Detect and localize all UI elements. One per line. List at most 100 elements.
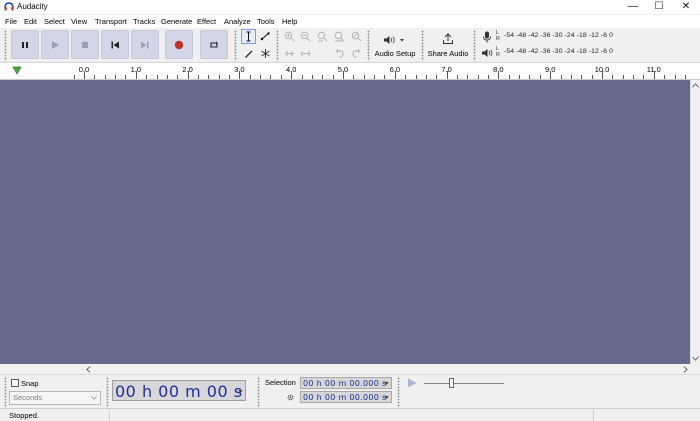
menu-tools[interactable]: Tools <box>257 17 275 26</box>
selection-end-value: 00 h 00 m 00.000 s <box>303 393 387 402</box>
menu-effect[interactable]: Effect <box>197 17 216 26</box>
close-button[interactable]: ✕ <box>673 0 699 14</box>
toolbar: Audio Setup Share Audio LR -54 -48 -42 -… <box>0 28 700 63</box>
scroll-up-icon <box>692 83 699 88</box>
silence-button[interactable] <box>298 46 313 61</box>
scroll-right-icon <box>683 366 688 373</box>
horizontal-scrollbar[interactable] <box>0 364 700 374</box>
share-upload-icon <box>443 33 453 44</box>
snap-units-select[interactable]: Seconds <box>9 391 101 405</box>
gear-icon[interactable] <box>286 393 295 402</box>
vertical-scrollbar[interactable] <box>690 80 700 364</box>
ruler-tick <box>664 75 666 79</box>
toolbar-grip[interactable] <box>234 30 237 61</box>
toolbar-grip[interactable] <box>257 377 260 407</box>
menu-tracks[interactable]: Tracks <box>133 17 155 26</box>
play-at-speed-icon[interactable] <box>406 377 418 389</box>
pencil-icon <box>245 50 253 58</box>
toolbar-grip[interactable] <box>276 30 279 61</box>
play-icon <box>52 40 59 49</box>
title-bar: Audacity — ☐ ✕ <box>0 0 700 14</box>
skip-start-icon <box>111 41 119 48</box>
ruler-tick <box>208 75 210 79</box>
ruler-tick <box>560 75 562 79</box>
ruler-tick <box>270 75 272 79</box>
ruler-tick <box>674 75 676 79</box>
ruler-tick <box>477 75 479 79</box>
skip-to-start-button[interactable] <box>101 30 129 59</box>
ruler-tick <box>446 71 448 79</box>
play-button[interactable] <box>41 30 69 59</box>
loop-button[interactable] <box>200 30 228 59</box>
toolbar-grip[interactable] <box>4 377 7 407</box>
multi-tool[interactable] <box>258 46 273 61</box>
trim-button[interactable] <box>282 46 297 61</box>
selection-end-field[interactable]: 00 h 00 m 00.000 s <box>300 391 392 403</box>
recording-meter[interactable]: LR -54 -48 -42 -36 -30 -24 -18 -12 -6 0 <box>480 30 645 44</box>
redo-button[interactable] <box>349 46 364 61</box>
selection-tool[interactable] <box>241 29 256 44</box>
ruler-tick <box>343 71 344 79</box>
menu-transport[interactable]: Transport <box>95 17 127 26</box>
maximize-button[interactable]: ☐ <box>646 0 672 14</box>
ruler-tick <box>353 75 355 79</box>
ruler-tick <box>488 75 490 79</box>
menu-help[interactable]: Help <box>282 17 297 26</box>
selection-start-field[interactable]: 00 h 00 m 00.000 s <box>300 377 392 389</box>
menu-view[interactable]: View <box>71 17 87 26</box>
timeline-ruler[interactable]: 0.0 1.0 2.0 3.0 4.0 5.0 6.0 7.0 8.0 9.0 10.0 11.0 <box>0 63 700 80</box>
share-audio-button[interactable]: Share Audio <box>426 30 470 60</box>
menu-file[interactable]: File <box>5 17 17 26</box>
toolbar-grip[interactable] <box>397 377 400 407</box>
ruler-tick <box>519 75 521 79</box>
time-display[interactable]: 00 h 00 m 00 s <box>112 380 246 401</box>
ruler-tick <box>249 75 251 79</box>
stop-button[interactable] <box>71 30 99 59</box>
selection-start-value: 00 h 00 m 00.000 s <box>303 379 387 388</box>
status-text: Stopped. <box>9 411 40 420</box>
menu-analyze[interactable]: Analyze <box>224 17 251 26</box>
speed-slider-thumb[interactable] <box>449 378 454 388</box>
ruler-tick <box>166 75 168 79</box>
zoom-out-button[interactable] <box>298 29 313 44</box>
track-area[interactable] <box>0 80 690 364</box>
audio-setup-button[interactable]: Audio Setup <box>372 30 418 60</box>
i-beam-icon <box>246 31 251 42</box>
ruler-tick <box>570 75 572 79</box>
zoom-in-button[interactable] <box>282 29 297 44</box>
menu-edit[interactable]: Edit <box>24 17 37 26</box>
undo-button[interactable] <box>332 46 347 61</box>
channel-labels: LR <box>496 30 500 42</box>
status-bar: Stopped. <box>0 408 700 421</box>
audacity-logo-icon <box>4 2 14 11</box>
toolbar-grip[interactable] <box>367 30 370 61</box>
status-divider <box>593 410 594 421</box>
ruler-tick <box>260 75 262 79</box>
zoom-toggle-icon <box>351 31 362 42</box>
toolbar-grip[interactable] <box>473 30 476 61</box>
pause-button[interactable] <box>11 30 39 59</box>
fit-project-button[interactable] <box>332 29 347 44</box>
zoom-toggle-button[interactable] <box>349 29 364 44</box>
record-button[interactable] <box>165 30 193 59</box>
fit-selection-button[interactable] <box>315 29 330 44</box>
playback-meter[interactable]: LR -54 -48 -42 -36 -30 -24 -18 -12 -6 0 <box>480 46 645 60</box>
snap-checkbox[interactable] <box>11 379 19 387</box>
skip-to-end-button[interactable] <box>131 30 159 59</box>
toolbar-grip[interactable] <box>106 377 109 407</box>
envelope-tool[interactable] <box>258 29 273 44</box>
toolbar-grip[interactable] <box>4 30 7 61</box>
ruler-tick <box>115 75 117 79</box>
toolbar-grip[interactable] <box>421 30 424 61</box>
draw-tool[interactable] <box>241 46 256 61</box>
loop-icon <box>210 41 218 48</box>
playback-speed-slider[interactable] <box>424 383 504 384</box>
ruler-tick <box>73 75 75 79</box>
menu-generate[interactable]: Generate <box>161 17 192 26</box>
time-display-value: 00 h 00 m 00 s <box>115 382 243 401</box>
minimize-button[interactable]: — <box>620 0 646 14</box>
menu-select[interactable]: Select <box>44 17 65 26</box>
speaker-dropdown-icon <box>384 36 404 44</box>
envelope-icon <box>260 32 270 41</box>
zoom-out-icon <box>300 31 311 42</box>
